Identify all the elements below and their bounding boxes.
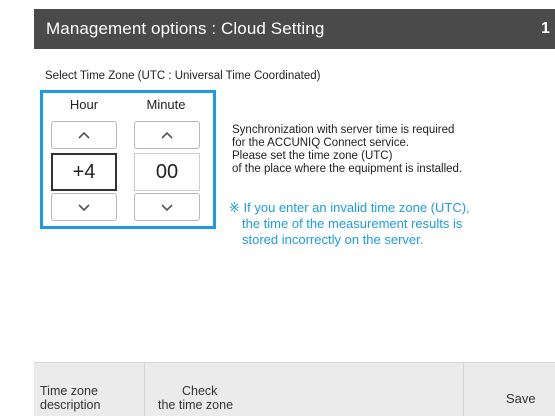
warning-line: ※ If you enter an invalid time zone (UTC… [229, 200, 470, 215]
chevron-up-icon [78, 131, 90, 139]
warning-line: the time of the measurement results is [242, 216, 463, 231]
hour-label: Hour [69, 97, 99, 112]
info-line: of the place where the equipment is inst… [232, 163, 463, 175]
title-bar: Management options : Cloud Setting 1 [34, 9, 555, 49]
page-title: Management options : Cloud Setting [46, 19, 325, 38]
timezone-warning: ※ If you enter an invalid time zone (UTC… [229, 200, 470, 248]
info-line: for the ACCUNIQ Connect service. [232, 137, 410, 149]
save-button[interactable]: Save [463, 363, 555, 416]
minute-up-button[interactable] [134, 121, 200, 149]
button-label-line: the time zone [158, 398, 234, 412]
check-timezone-button[interactable]: Check the time zone [145, 363, 463, 416]
button-label-line: Time zone [40, 384, 98, 398]
minute-label: Minute [146, 97, 186, 112]
minute-down-button[interactable] [134, 193, 200, 221]
chevron-down-icon [161, 204, 173, 212]
hour-value-field[interactable]: +4 [51, 153, 117, 191]
button-label-line: Check [182, 384, 218, 398]
minute-value-field[interactable]: 00 [134, 153, 200, 191]
chevron-down-icon [78, 204, 90, 212]
warning-line: stored incorrectly on the server. [242, 232, 424, 247]
main-content: Select Time Zone (UTC : Universal Time C… [34, 49, 555, 362]
sync-info-text: Synchronization with server time is requ… [232, 124, 462, 176]
info-line: Please set the time zone (UTC) [232, 150, 393, 162]
save-label: Save [506, 391, 536, 406]
chevron-up-icon [161, 131, 173, 139]
corner-button[interactable]: 1 [541, 9, 555, 49]
timezone-description-button[interactable]: Time zone description [34, 363, 145, 416]
bottom-toolbar: Time zone description Check the time zon… [34, 362, 555, 416]
hour-up-button[interactable] [51, 121, 117, 149]
timezone-label: Select Time Zone (UTC : Universal Time C… [45, 70, 321, 82]
button-label-line: description [40, 398, 101, 412]
info-line: Synchronization with server time is requ… [232, 124, 455, 136]
hour-down-button[interactable] [51, 193, 117, 221]
timezone-selector: Hour Minute +4 00 [40, 90, 216, 229]
